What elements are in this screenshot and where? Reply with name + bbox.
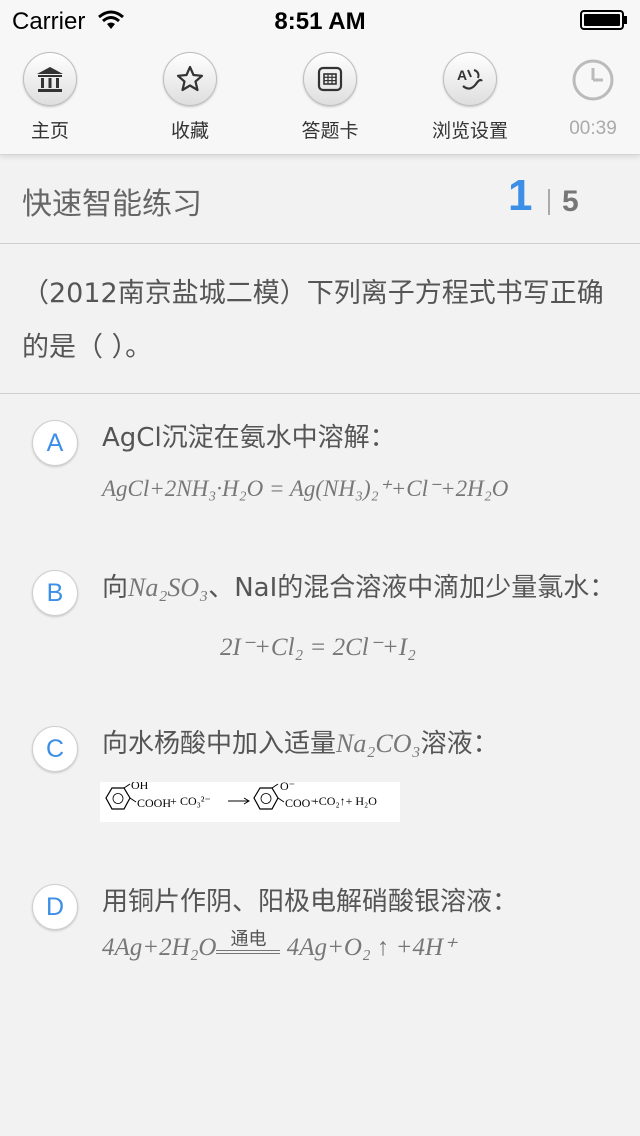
home-label: 主页 xyxy=(30,120,69,142)
total-question-count: 5 xyxy=(562,185,579,218)
divider xyxy=(548,189,550,215)
answer-card-icon xyxy=(303,52,357,106)
status-bar: Carrier 8:51 AM xyxy=(0,0,640,40)
question-text: （2012南京盐城二模）下列离子方程式书写正确的是（ ）。 xyxy=(22,278,604,363)
browse-settings-button[interactable]: A 浏览设置 xyxy=(405,52,535,143)
question-stem: （2012南京盐城二模）下列离子方程式书写正确的是（ ）。 xyxy=(0,245,640,394)
clock-icon xyxy=(572,59,614,101)
favorites-button[interactable]: 收藏 xyxy=(125,52,255,143)
browse-settings-label: 浏览设置 xyxy=(431,120,508,142)
timer-value: 00:39 xyxy=(569,118,617,139)
phenoxide-label: O⁻ xyxy=(280,782,295,793)
oh-label: OH xyxy=(131,782,149,792)
option-d-badge[interactable]: D xyxy=(32,884,78,930)
option-c-badge[interactable]: C xyxy=(32,726,78,772)
svg-text:A: A xyxy=(457,67,467,83)
favorites-label: 收藏 xyxy=(170,120,209,142)
answer-card-button[interactable]: 答题卡 xyxy=(265,52,395,143)
home-button[interactable]: 主页 xyxy=(0,52,115,143)
toolbar: 主页 收藏 答题卡 A 浏览设置 00:39 xyxy=(0,40,640,155)
plus-sign: + xyxy=(170,794,177,808)
option-a-badge[interactable]: A xyxy=(32,420,78,466)
battery-icon xyxy=(580,10,627,30)
cooh-label: COOH xyxy=(137,796,171,810)
option-b-badge[interactable]: B xyxy=(32,570,78,616)
practice-header: 快速智能练习 1 5 xyxy=(0,155,640,244)
option-a-formula: AgCl+2NH₃·H₂O = Ag(NH₃)₂⁺+Cl⁻+2H₂O xyxy=(102,476,509,501)
reaction-condition: 通电 xyxy=(216,930,281,962)
products-label: +CO₂↑+ H₂O xyxy=(312,794,377,808)
font-settings-icon: A xyxy=(443,52,497,106)
option-d-text: 用铜片作阴、阳极电解硝酸银溶液： xyxy=(102,887,519,917)
option-c-text: 向水杨酸中加入适量Na₂CO₃溶液： xyxy=(102,729,499,759)
bank-icon xyxy=(23,52,77,106)
page-title: 快速智能练习 xyxy=(22,187,202,222)
current-question-number: 1 xyxy=(508,171,533,220)
status-time: 8:51 AM xyxy=(274,8,366,35)
star-icon xyxy=(163,52,217,106)
reaction-equation-image: OH COOH + CO₃²⁻ O⁻ COO⁻ +CO₂↑+ H₂O xyxy=(100,782,400,822)
option-b-formula: 2I⁻+Cl₂ = 2Cl⁻+I₂ xyxy=(220,634,416,661)
option-a-text: AgCl沉淀在氨水中溶解： xyxy=(102,423,396,453)
timer: 00:39 xyxy=(560,58,626,140)
answer-card-label: 答题卡 xyxy=(301,120,359,142)
option-c-inline-formula: Na₂CO₃ xyxy=(336,729,421,758)
option-b-text: 向Na₂SO₃、NaI的混合溶液中滴加少量氯水： xyxy=(102,573,616,603)
option-b-inline-formula: Na₂SO₃ xyxy=(128,573,209,602)
carbonate-label: CO₃²⁻ xyxy=(180,794,211,808)
option-d-formula: 4Ag+2H₂O 通电 4Ag+O₂ ↑ +4H⁺ xyxy=(102,929,457,962)
